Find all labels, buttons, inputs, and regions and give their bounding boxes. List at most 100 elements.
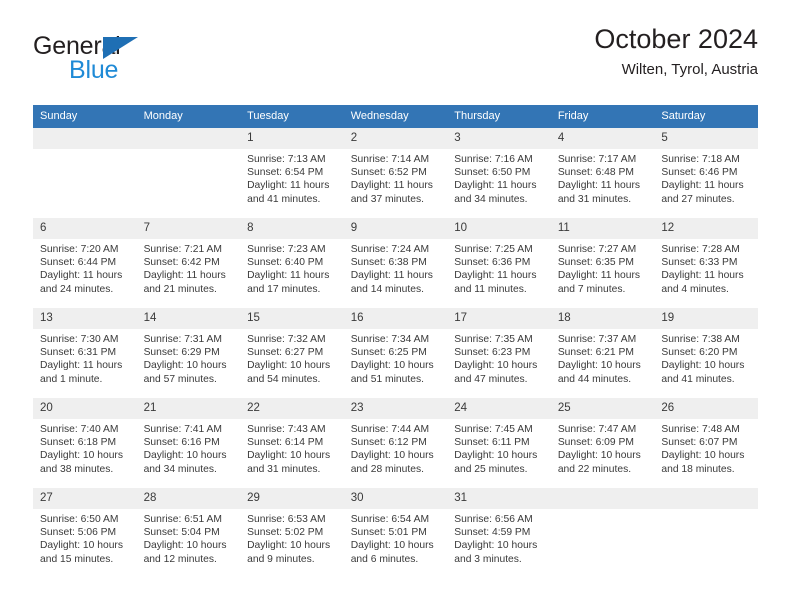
sunset-text: Sunset: 6:50 PM (454, 167, 531, 179)
calendar-day-cell[interactable]: 24 Sunrise: 7:45 AM Sunset: 6:11 PM Dayligh… (447, 398, 551, 488)
sunset-text: Sunset: 6:35 PM (557, 257, 634, 269)
calendar-day-cell[interactable]: 19 Sunrise: 7:38 AM Sunset: 6:20 PM Dayligh… (654, 308, 758, 398)
calendar-day-cell[interactable]: 6 Sunrise: 7:20 AM Sunset: 6:44 PM Daylight… (33, 218, 137, 308)
sunset-text: Sunset: 6:31 PM (40, 347, 117, 359)
calendar-day-cell[interactable]: 9 Sunrise: 7:24 AM Sunset: 6:38 PM Daylight… (343, 218, 448, 308)
day-number: 31 (447, 488, 551, 509)
sun-info: Sunrise: 7:37 AM Sunset: 6:21 PM Daylight:… (551, 329, 655, 386)
calendar-day-cell[interactable]: 27 Sunrise: 6:50 AM Sunset: 5:06 PM Dayligh… (33, 488, 137, 578)
sun-info: Sunrise: 7:44 AM Sunset: 6:12 PM Daylight:… (344, 419, 448, 476)
calendar-day-cell[interactable]: 14 Sunrise: 7:31 AM Sunset: 6:29 PM Dayligh… (136, 308, 241, 398)
sunset-text: Sunset: 6:25 PM (350, 347, 427, 359)
day-number: 7 (136, 218, 241, 239)
calendar-page: General Blue October 2024 Wilten, Tyrol,… (0, 0, 792, 612)
day-number: 25 (550, 398, 655, 419)
calendar-day-cell[interactable]: 20 Sunrise: 7:40 AM Sunset: 6:18 PM Dayligh… (33, 398, 137, 488)
calendar-day-cell[interactable]: 10 Sunrise: 7:25 AM Sunset: 6:36 PM Dayligh… (447, 218, 551, 308)
daylight-text-line1: Daylight: 10 hours (143, 540, 227, 552)
calendar-day-cell[interactable]: 25 Sunrise: 7:47 AM Sunset: 6:09 PM Dayligh… (550, 398, 655, 488)
calendar-day-cell[interactable]: 4 Sunrise: 7:17 AM Sunset: 6:48 PM Daylight… (550, 128, 655, 218)
daylight-text-line1: Daylight: 11 hours (557, 270, 641, 282)
sun-info: Sunrise: 6:53 AM Sunset: 5:02 PM Daylight:… (240, 509, 344, 566)
daylight-text-line1: Daylight: 11 hours (661, 180, 744, 192)
sun-info: Sunrise: 7:16 AM Sunset: 6:50 PM Daylight:… (447, 149, 551, 206)
calendar-week-row: 6 Sunrise: 7:20 AM Sunset: 6:44 PM Daylight… (33, 218, 758, 308)
calendar-day-cell[interactable]: 31 Sunrise: 6:56 AM Sunset: 4:59 PM Dayligh… (447, 488, 551, 578)
calendar-day-cell[interactable]: 21 Sunrise: 7:41 AM Sunset: 6:16 PM Dayligh… (136, 398, 241, 488)
sunrise-text: Sunrise: 7:35 AM (454, 334, 533, 345)
location-subtitle: Wilten, Tyrol, Austria (621, 61, 758, 78)
calendar-day-cell[interactable]: 12 Sunrise: 7:28 AM Sunset: 6:33 PM Dayligh… (654, 218, 758, 308)
sunrise-text: Sunrise: 7:25 AM (454, 244, 533, 255)
sun-info: Sunrise: 6:56 AM Sunset: 4:59 PM Daylight:… (447, 509, 551, 566)
daylight-text-line1: Daylight: 11 hours (454, 270, 537, 282)
weekday-header-monday: Monday (136, 105, 241, 128)
calendar-day-cell[interactable]: 16 Sunrise: 7:34 AM Sunset: 6:25 PM Dayligh… (343, 308, 448, 398)
daylight-text-line1: Daylight: 10 hours (247, 540, 331, 552)
sunrise-text: Sunrise: 7:23 AM (247, 244, 326, 255)
weekday-header-wednesday: Wednesday (343, 105, 448, 128)
calendar-day-cell[interactable]: 2 Sunrise: 7:14 AM Sunset: 6:52 PM Daylight… (343, 128, 448, 218)
sun-info: Sunrise: 7:24 AM Sunset: 6:38 PM Daylight:… (344, 239, 448, 296)
sunset-text: Sunset: 6:29 PM (143, 347, 220, 359)
calendar-day-cell[interactable]: 30 Sunrise: 6:54 AM Sunset: 5:01 PM Dayligh… (343, 488, 448, 578)
calendar-day-cell[interactable]: 11 Sunrise: 7:27 AM Sunset: 6:35 PM Dayligh… (550, 218, 655, 308)
sunset-text: Sunset: 6:40 PM (247, 257, 324, 269)
calendar-day-cell[interactable]: 17 Sunrise: 7:35 AM Sunset: 6:23 PM Dayligh… (447, 308, 551, 398)
weekday-header-friday: Friday (550, 105, 655, 128)
general-blue-logo[interactable]: General Blue (33, 32, 213, 90)
sun-info: Sunrise: 7:13 AM Sunset: 6:54 PM Daylight:… (240, 149, 344, 206)
calendar-day-cell[interactable]: 28 Sunrise: 6:51 AM Sunset: 5:04 PM Dayligh… (136, 488, 241, 578)
calendar-day-cell[interactable]: 7 Sunrise: 7:21 AM Sunset: 6:42 PM Daylight… (136, 218, 241, 308)
calendar-day-cell[interactable]: 18 Sunrise: 7:37 AM Sunset: 6:21 PM Dayligh… (550, 308, 655, 398)
calendar-day-cell[interactable]: 29 Sunrise: 6:53 AM Sunset: 5:02 PM Dayligh… (240, 488, 344, 578)
calendar-day-cell[interactable]: 22 Sunrise: 7:43 AM Sunset: 6:14 PM Dayligh… (240, 398, 344, 488)
sunrise-text: Sunrise: 7:20 AM (40, 244, 119, 255)
sunset-text: Sunset: 6:18 PM (40, 437, 117, 449)
sunset-text: Sunset: 5:04 PM (143, 527, 220, 539)
calendar-day-cell[interactable]: 13 Sunrise: 7:30 AM Sunset: 6:31 PM Dayligh… (33, 308, 137, 398)
calendar-day-cell[interactable]: 23 Sunrise: 7:44 AM Sunset: 6:12 PM Dayligh… (343, 398, 448, 488)
sun-info: Sunrise: 7:32 AM Sunset: 6:27 PM Daylight:… (240, 329, 344, 386)
daylight-text-line1: Daylight: 10 hours (661, 450, 745, 462)
sunset-text: Sunset: 6:46 PM (661, 167, 738, 179)
day-number: 1 (240, 128, 344, 149)
daylight-text-line1: Daylight: 10 hours (350, 540, 434, 552)
day-number: 19 (654, 308, 758, 329)
sun-info: Sunrise: 7:20 AM Sunset: 6:44 PM Daylight:… (33, 239, 137, 296)
calendar-day-cell[interactable]: 15 Sunrise: 7:32 AM Sunset: 6:27 PM Dayligh… (240, 308, 344, 398)
day-number (33, 128, 137, 149)
sunrise-text: Sunrise: 6:51 AM (143, 514, 222, 525)
daylight-text-line2: and 57 minutes. (143, 373, 217, 385)
calendar-empty-cell (33, 128, 137, 218)
sunrise-text: Sunrise: 6:53 AM (247, 514, 326, 525)
sunset-text: Sunset: 6:21 PM (557, 347, 634, 359)
sunrise-text: Sunrise: 7:45 AM (454, 424, 533, 435)
sun-info: Sunrise: 7:38 AM Sunset: 6:20 PM Daylight:… (654, 329, 758, 386)
day-number: 23 (343, 398, 448, 419)
day-number: 26 (654, 398, 758, 419)
sunrise-text: Sunrise: 7:18 AM (661, 154, 740, 165)
sun-info: Sunrise: 7:41 AM Sunset: 6:16 PM Daylight:… (137, 419, 241, 476)
daylight-text-line1: Daylight: 10 hours (40, 540, 123, 552)
calendar-day-cell[interactable]: 1 Sunrise: 7:13 AM Sunset: 6:54 PM Daylight… (240, 128, 344, 218)
calendar-day-cell[interactable]: 26 Sunrise: 7:48 AM Sunset: 6:07 PM Dayligh… (654, 398, 758, 488)
sun-info: Sunrise: 7:40 AM Sunset: 6:18 PM Daylight:… (33, 419, 137, 476)
sunrise-text: Sunrise: 7:41 AM (143, 424, 222, 435)
sunrise-text: Sunrise: 6:50 AM (40, 514, 119, 525)
sun-info: Sunrise: 7:30 AM Sunset: 6:31 PM Daylight:… (33, 329, 137, 386)
calendar-day-cell[interactable]: 3 Sunrise: 7:16 AM Sunset: 6:50 PM Daylight… (447, 128, 551, 218)
calendar-empty-cell (654, 488, 758, 578)
calendar-day-cell[interactable]: 5 Sunrise: 7:18 AM Sunset: 6:46 PM Daylight… (654, 128, 758, 218)
sunrise-text: Sunrise: 7:16 AM (454, 154, 533, 165)
daylight-text-line1: Daylight: 10 hours (350, 450, 434, 462)
calendar-empty-cell (136, 128, 241, 218)
page-header: General Blue October 2024 Wilten, Tyrol,… (33, 22, 758, 92)
daylight-text-line1: Daylight: 11 hours (661, 270, 744, 282)
calendar-day-cell[interactable]: 8 Sunrise: 7:23 AM Sunset: 6:40 PM Daylight… (240, 218, 344, 308)
sun-info: Sunrise: 7:28 AM Sunset: 6:33 PM Daylight:… (654, 239, 758, 296)
sun-info: Sunrise: 7:18 AM Sunset: 6:46 PM Daylight:… (654, 149, 758, 206)
sun-info: Sunrise: 7:34 AM Sunset: 6:25 PM Daylight:… (344, 329, 448, 386)
day-number: 13 (33, 308, 137, 329)
sunset-text: Sunset: 6:12 PM (350, 437, 427, 449)
